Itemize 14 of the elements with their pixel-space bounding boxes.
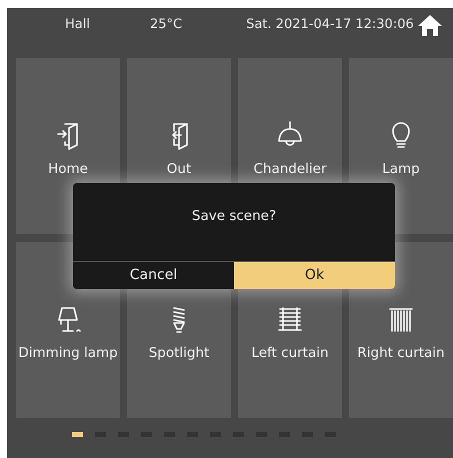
tile-label: Lamp — [382, 160, 420, 179]
tile-label: Home — [48, 160, 88, 179]
tile-label: Dimming lamp — [18, 344, 118, 363]
tile-label: Right curtain — [357, 344, 445, 363]
date-time-label: Sat. 2021-04-17 12:30:06 — [246, 16, 414, 34]
tile-label: Left curtain — [251, 344, 329, 363]
temperature-label: 25°C — [150, 16, 182, 34]
location-label: Hall — [65, 16, 90, 34]
tile-label: Spotlight — [148, 344, 210, 363]
home-icon[interactable] — [418, 14, 442, 36]
dialog-button[interactable]: Cancel — [73, 262, 234, 289]
tile-label: Out — [166, 160, 192, 179]
tile-label: Chandelier — [253, 160, 327, 179]
dialog-button[interactable]: Ok — [234, 262, 395, 289]
